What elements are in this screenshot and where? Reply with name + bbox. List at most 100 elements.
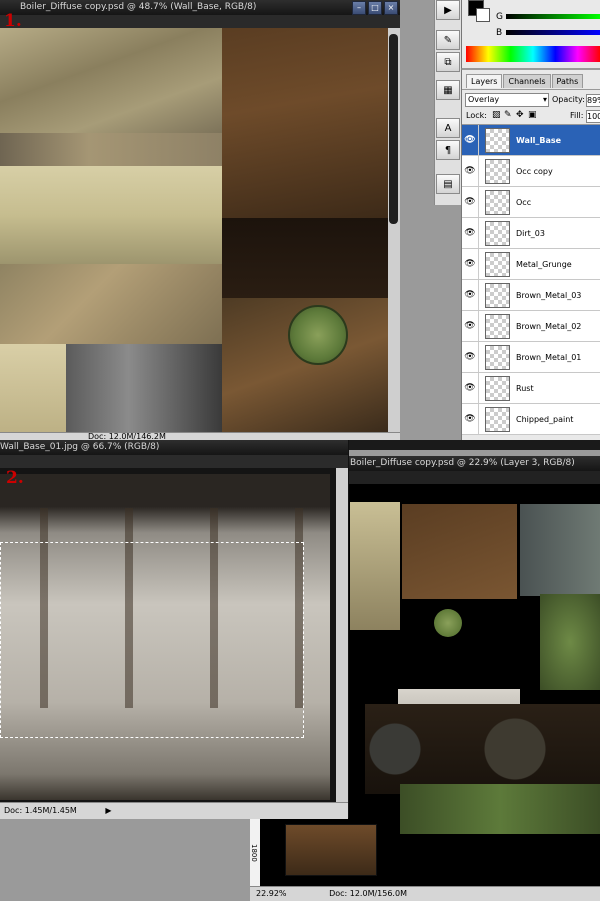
layer-row[interactable]: 👁 Dirt_03 [462,218,600,249]
layer-name: Brown_Metal_01 [516,352,582,362]
layer-row[interactable]: 👁 Wall_Base [462,125,600,156]
step-number-2: 2. [6,468,24,488]
window-1-canvas[interactable] [0,28,388,432]
layer-thumbnail [485,313,510,339]
brush-tool-icon[interactable]: ✎ [436,30,460,50]
texture-wall-rust [0,264,222,344]
texture-wall-light [0,166,222,264]
minimize-icon[interactable]: – [352,1,366,15]
fill-field[interactable]: 100% [586,110,600,123]
blue-slider-label: B [496,28,503,38]
eye-icon[interactable]: 👁 [462,249,479,279]
green-slider[interactable] [506,14,600,19]
tab-layers[interactable]: Layers [466,74,503,88]
texture-valve-green [288,305,348,365]
layer-thumbnail [485,406,510,432]
layer-row[interactable]: 👁 Rust [462,373,600,404]
window-2-title: Wall_Base_01.jpg @ 66.7% (RGB/8) [0,442,160,452]
document-window-1[interactable]: Boiler_Diffuse copy.psd @ 48.7% (Wall_Ba… [0,0,400,441]
layers-list: 👁 Wall_Base 👁 Occ copy 👁 Occ 👁 Dirt_03 👁 Meta… [462,125,600,435]
layer-row[interactable]: 👁 Metal_Grunge [462,249,600,280]
document-window-2[interactable]: Wall_Base_01.jpg @ 66.7% (RGB/8) 350 400… [0,440,349,819]
layer-name: Rust [516,383,534,393]
tab-channels[interactable]: Channels [503,74,551,88]
window-1-vertical-scrollbar[interactable] [388,28,400,432]
texture-rust-dark [222,28,388,218]
layer-name: Dirt_03 [516,228,545,238]
texture-wall-stripe [0,133,222,166]
texture-rust-bottom [285,824,377,876]
clone-tool-icon[interactable]: ⧉ [436,52,460,72]
layer-row[interactable]: 👁 Brown_Metal_01 [462,342,600,373]
layer-thumbnail [485,189,510,215]
color-spectrum[interactable] [466,46,600,62]
layer-row[interactable]: 👁 Occ [462,187,600,218]
texture-wall-beige [0,28,222,133]
layer-row[interactable]: 👁 Brown_Metal_03 [462,280,600,311]
texture-rust-top [402,504,517,599]
chevron-down-icon: ▾ [542,95,547,104]
window-2-vertical-scrollbar[interactable] [336,468,348,802]
layer-name: Brown_Metal_03 [516,290,582,300]
lock-position-icon[interactable]: ✥ [516,110,524,120]
window-1-titlebar[interactable]: Boiler_Diffuse copy.psd @ 48.7% (Wall_Ba… [0,0,400,15]
layer-name: Chipped_paint [516,414,574,424]
tab-paths[interactable]: Paths [551,74,584,88]
fill-label: Fill: [570,111,584,120]
navigator-panel-icon[interactable]: ▤ [436,174,460,194]
eye-icon[interactable]: 👁 [462,311,479,341]
close-icon[interactable]: × [384,1,398,15]
window-3-zoom[interactable]: 22.92% [250,889,287,898]
lock-pixels-icon[interactable]: ✎ [504,110,512,120]
texture-gears [365,704,600,794]
background-swatch[interactable] [476,8,490,22]
maximize-icon[interactable]: □ [368,1,382,15]
layer-thumbnail [485,375,510,401]
layer-name: Metal_Grunge [516,259,572,269]
layer-name: Occ copy [516,166,553,176]
window-3-title: Boiler_Diffuse copy.psd @ 22.9% (Layer 3… [350,458,575,468]
lock-all-icon[interactable]: ▣ [528,110,537,120]
layer-row[interactable]: 👁 Occ copy [462,156,600,187]
eye-icon[interactable]: 👁 [462,373,479,403]
eye-icon[interactable]: 👁 [462,156,479,186]
layer-thumbnail [485,127,510,153]
marquee-selection[interactable] [0,542,304,738]
eye-icon[interactable]: 👁 [462,187,479,217]
eye-icon[interactable]: 👁 [462,218,479,248]
opacity-field[interactable]: 89% [586,94,600,107]
character-panel-icon[interactable]: A [436,118,460,138]
blend-mode-select[interactable]: Overlay ▾ [465,93,549,107]
texture-green-grunge [540,594,600,690]
window-2-titlebar[interactable]: Wall_Base_01.jpg @ 66.7% (RGB/8) [0,440,348,455]
window-2-status: Doc: 1.45M/1.45M [4,806,77,815]
layer-row[interactable]: 👁 Brown_Metal_02 [462,311,600,342]
color-panel: G B [461,0,600,68]
play-icon[interactable]: ▶ [436,0,460,20]
layers-panel: Layers Channels Paths Overlay ▾ Opacity: 8… [461,70,600,440]
tools-strip: ▶ ✎ ⧉ ▦ A ¶ ▤ [434,0,462,205]
eye-icon[interactable]: 👁 [462,404,479,434]
window-2-statusbar: Doc: 1.45M/1.45M ▶ [0,802,348,819]
eye-icon[interactable]: 👁 [462,125,479,155]
layers-panel-icon[interactable]: ▦ [436,80,460,100]
vruler-mark: 1800 [250,844,258,862]
lock-transparency-icon[interactable]: ▨ [492,110,501,120]
layer-row[interactable]: 👁 Chipped_paint [462,404,600,435]
window-1-title: Boiler_Diffuse copy.psd @ 48.7% (Wall_Ba… [20,2,257,12]
texture-wall-pale [0,344,66,432]
layer-thumbnail [485,344,510,370]
window-2-canvas[interactable] [0,468,336,802]
step-number-1: 1. [4,11,22,31]
blue-slider[interactable] [506,30,600,35]
texture-metal-grey [66,344,222,432]
paragraph-panel-icon[interactable]: ¶ [436,140,460,160]
eye-icon[interactable]: 👁 [462,280,479,310]
green-slider-label: G [496,12,503,22]
texture-green-bottom [400,784,600,834]
eye-icon[interactable]: 👁 [462,342,479,372]
texture-pipe-grey [520,504,600,596]
lock-label: Lock: [466,111,487,120]
layer-thumbnail [485,251,510,277]
play-icon[interactable]: ▶ [79,806,111,815]
